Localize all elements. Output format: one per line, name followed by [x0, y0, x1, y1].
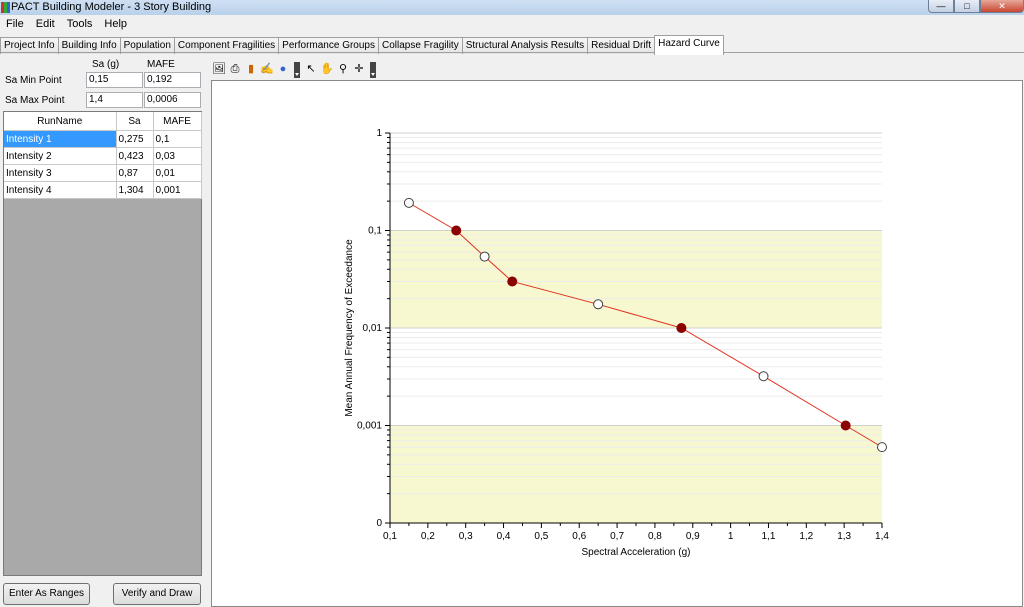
window-title: PACT Building Modeler - 3 Story Building	[11, 1, 212, 13]
x-tick-label: 0,5	[534, 531, 548, 542]
sa-cell[interactable]: 0,275	[116, 130, 154, 148]
hand-edit-icon[interactable]: ✍	[260, 62, 274, 76]
app-icon	[1, 2, 10, 13]
x-tick-label: 0,9	[686, 531, 700, 542]
toolbar-dropdown-icon-2[interactable]	[370, 62, 376, 78]
x-tick-label: 0,3	[459, 531, 473, 542]
crosshair-icon[interactable]: ✛	[352, 62, 366, 76]
x-tick-label: 1,2	[799, 531, 813, 542]
close-button[interactable]: ✕	[980, 0, 1024, 13]
pan-hand-icon[interactable]: ✋	[320, 62, 334, 76]
hazard-point	[403, 197, 414, 208]
y-tick-label: 0,001	[357, 421, 382, 432]
table-row[interactable]: Intensity 2 0,423 0,03	[4, 147, 202, 165]
intensity-point	[451, 225, 462, 236]
y-tick-label: 0,01	[363, 323, 383, 334]
hazard-point	[479, 251, 490, 262]
sa-min-label: Sa Min Point	[5, 75, 62, 86]
run-name-cell[interactable]: Intensity 4	[4, 181, 117, 199]
intensity-point	[507, 276, 518, 287]
title-bar: PACT Building Modeler - 3 Story Building…	[0, 0, 1024, 16]
table-row[interactable]: Intensity 4 1,304 0,001	[4, 181, 202, 199]
table-row[interactable]: Intensity 3 0,87 0,01	[4, 164, 202, 182]
menu-edit[interactable]: Edit	[30, 15, 61, 34]
mafe-column-header: MAFE	[147, 59, 175, 70]
mafe-cell[interactable]: 0,001	[153, 181, 202, 199]
x-tick-label: 0,8	[648, 531, 662, 542]
mafe-cell[interactable]: 0,01	[153, 164, 202, 182]
y-tick-label: 0	[376, 518, 382, 529]
sa-max-sa-field[interactable]: 1,4	[86, 92, 143, 108]
hazard-point	[877, 442, 887, 453]
menu-tools[interactable]: Tools	[61, 15, 99, 34]
pointer-icon[interactable]: ↖	[304, 62, 318, 76]
x-tick-label: 0,1	[383, 531, 397, 542]
hazard-point	[758, 371, 769, 382]
run-name-cell[interactable]: Intensity 1	[4, 130, 117, 148]
y-tick-label: 1	[376, 128, 382, 139]
x-tick-label: 1,3	[837, 531, 851, 542]
x-tick-label: 0,6	[572, 531, 586, 542]
zoom-icon[interactable]: ⚲	[336, 62, 350, 76]
minimize-button[interactable]: —	[928, 0, 954, 13]
x-tick-label: 1,4	[875, 531, 889, 542]
x-tick-label: 1,1	[762, 531, 776, 542]
x-axis-title: Spectral Acceleration (g)	[582, 547, 691, 558]
sa-header[interactable]: Sa	[116, 112, 154, 131]
table-row[interactable]: Intensity 1 0,275 0,1	[4, 130, 202, 148]
sa-column-header: Sa (g)	[92, 59, 120, 70]
intensity-grid[interactable]: RunName Sa MAFE Intensity 1 0,275 0,1 In…	[3, 111, 202, 576]
sa-max-mafe-field[interactable]: 0,0006	[144, 92, 201, 108]
menu-help[interactable]: Help	[98, 15, 133, 34]
hazard-input-panel: Sa (g) MAFE Sa Min Point Sa Max Point 0,…	[0, 53, 205, 607]
toolbar-dropdown-icon[interactable]	[294, 62, 300, 78]
menu-bar: File Edit Tools Help	[0, 15, 1024, 34]
runname-header[interactable]: RunName	[4, 112, 117, 131]
y-axis-title: Mean Annual Frequency of Exceedance	[344, 239, 355, 417]
sa-min-mafe-field[interactable]: 0,192	[144, 72, 201, 88]
menu-file[interactable]: File	[0, 15, 30, 34]
x-tick-label: 0,2	[421, 531, 435, 542]
image-icon[interactable]: 🖼	[212, 62, 226, 76]
enter-as-ranges-button[interactable]: Enter As Ranges	[3, 583, 90, 605]
print-icon[interactable]: ⎙	[228, 62, 242, 76]
run-name-cell[interactable]: Intensity 3	[4, 164, 117, 182]
maximize-button[interactable]: □	[954, 0, 980, 13]
chart-svg: 10,10,010,00100,1 0,2 0,3 0,4 0,5 0,6 0,7 0,8 0,…	[344, 128, 889, 558]
mafe-header[interactable]: MAFE	[153, 112, 202, 131]
bar-chart-icon[interactable]: ▮	[244, 62, 258, 76]
mafe-cell[interactable]: 0,1	[153, 130, 202, 148]
intensity-point	[676, 323, 687, 333]
mafe-cell[interactable]: 0,03	[153, 147, 202, 165]
sa-cell[interactable]: 0,87	[116, 164, 154, 182]
verify-and-draw-button[interactable]: Verify and Draw	[113, 583, 201, 605]
sa-max-label: Sa Max Point	[5, 95, 65, 106]
tab-hazard-curve[interactable]: Hazard Curve	[654, 35, 724, 55]
sa-cell[interactable]: 1,304	[116, 181, 154, 199]
chart-toolbar: 🖼 ⎙ ▮ ✍ ● ↖ ✋ ⚲ ✛	[212, 60, 378, 78]
hazard-point	[593, 299, 604, 310]
tab-strip: Project Info Building Info Population Co…	[0, 35, 724, 55]
run-name-cell[interactable]: Intensity 2	[4, 147, 117, 165]
sa-min-sa-field[interactable]: 0,15	[86, 72, 143, 88]
palette-icon[interactable]: ●	[276, 62, 290, 76]
y-tick-label: 0,1	[368, 226, 382, 237]
sa-cell[interactable]: 0,423	[116, 147, 154, 165]
intensity-point	[840, 420, 851, 431]
hazard-curve-chart[interactable]: 1 0,1 0,01 0,001 0 0,1 0,2 0,3 0,4 0,5 0,6 0,7 0,8 0,…	[211, 80, 1023, 607]
x-tick-label: 1	[728, 531, 734, 542]
x-tick-label: 0,7	[610, 531, 624, 542]
x-tick-label: 0,4	[497, 531, 511, 542]
